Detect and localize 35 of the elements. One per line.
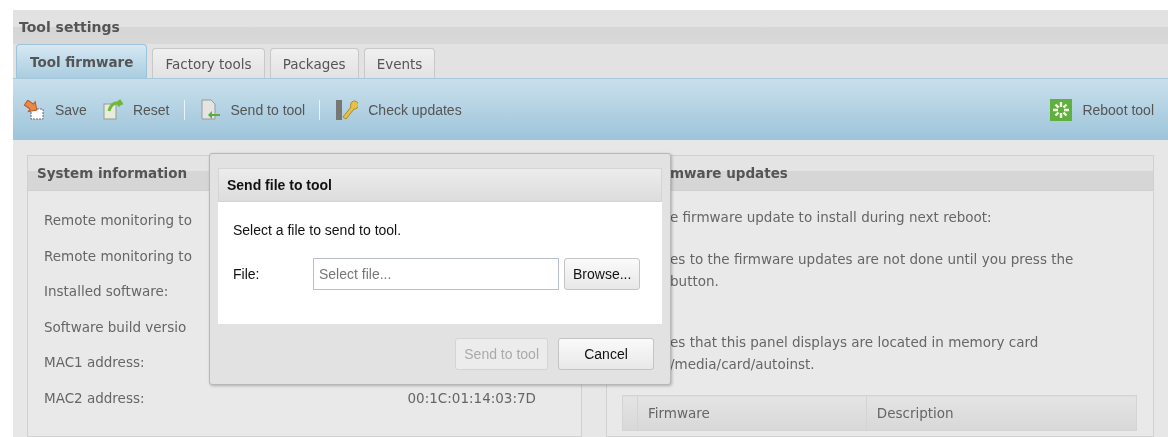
- reboot-icon: [1050, 98, 1073, 121]
- tab[interactable]: Events: [363, 48, 436, 78]
- paragraph: es that this panel displays are located in memory card /media/card/autoinst.: [670, 333, 1040, 374]
- field-label: Remote monitoring to: [44, 212, 192, 228]
- panel-title: mware updates: [670, 165, 788, 181]
- panel-title: System information: [37, 165, 188, 181]
- toolbar-button[interactable]: Send to tool: [194, 98, 310, 121]
- document-arrow-icon: [198, 98, 221, 121]
- tab[interactable]: Packages: [269, 48, 359, 78]
- toolbar-button[interactable]: Reset: [96, 98, 174, 121]
- toolbar-button[interactable]: Save: [19, 99, 91, 120]
- wrench-icon: [334, 98, 359, 121]
- field-label: File:: [233, 266, 261, 282]
- field-label: MAC1 address:: [44, 354, 145, 371]
- field-label: Installed software:: [44, 283, 169, 300]
- column-header: Firmware: [637, 395, 867, 431]
- toolbar-button[interactable]: Reboot tool: [1046, 98, 1158, 121]
- field-label: Remote monitoring to: [44, 247, 192, 264]
- tab[interactable]: Factory tools: [152, 48, 265, 78]
- save-icon: [23, 99, 45, 120]
- document-arrow-icon: [100, 98, 123, 121]
- field-label: Software build versio: [44, 318, 187, 335]
- paragraph: e firmware update to install during next reboot:: [670, 208, 993, 227]
- field-label: MAC2 address:: [44, 389, 145, 406]
- dialog-message: Select a file to send to tool.: [233, 222, 403, 238]
- browse-button[interactable]: Browse...: [564, 258, 641, 290]
- toolbar-button[interactable]: Check updates: [330, 98, 466, 121]
- tab[interactable]: Tool firmware: [16, 44, 148, 78]
- file-field[interactable]: Select file...: [313, 258, 559, 290]
- dialog-button[interactable]: Cancel: [558, 338, 654, 370]
- paragraph: es to the firmware updates are not done until you press the button.: [670, 250, 1075, 291]
- panel-title: Tool settings: [19, 19, 120, 35]
- field-value: 00:1C:01:14:03:7D: [407, 389, 536, 406]
- column-header: Description: [866, 395, 1137, 431]
- dialog-title: Send file to tool: [218, 168, 662, 202]
